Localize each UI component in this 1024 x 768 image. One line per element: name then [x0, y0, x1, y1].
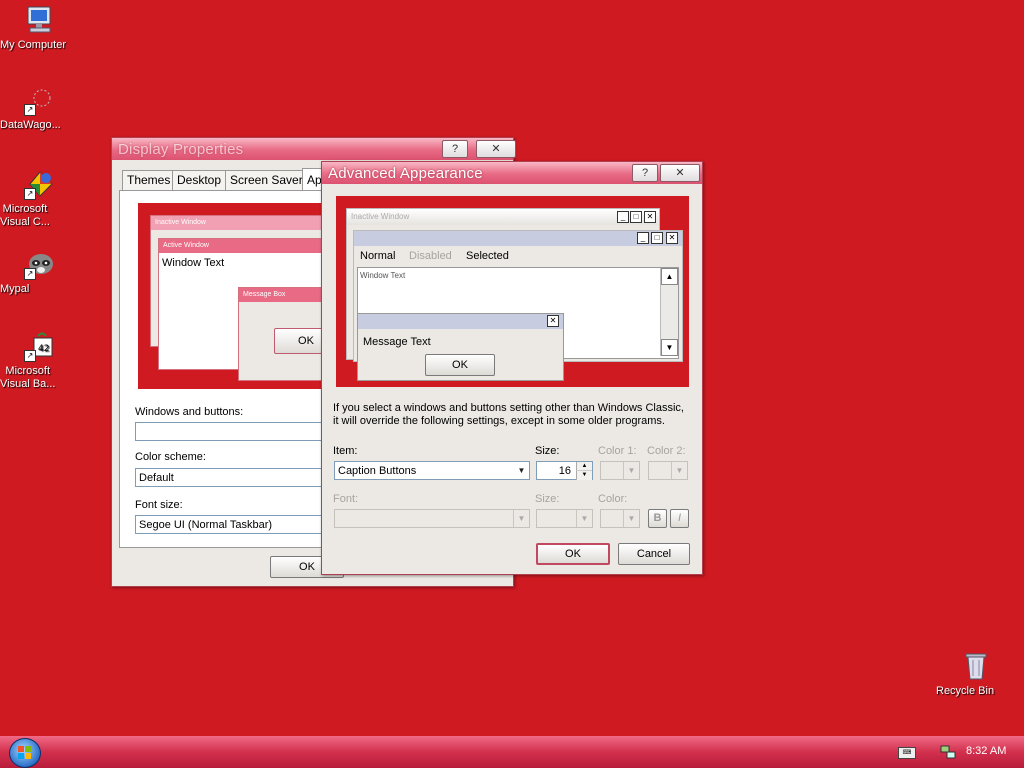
- preview-maximize-icon: □: [651, 232, 663, 244]
- desktop-icon-visual-basic[interactable]: 42 ↗ Microsoft Visual Ba...: [0, 330, 80, 390]
- size-stepper[interactable]: 16 ▲ ▼: [536, 461, 593, 480]
- help-button[interactable]: ?: [632, 164, 658, 182]
- chevron-down-icon: ▼: [671, 462, 687, 479]
- desktop-icon-label: Mypal: [0, 283, 30, 295]
- font-size-label: Font size:: [135, 499, 183, 511]
- preview-inactive-title: Inactive Window: [351, 212, 410, 221]
- size-label: Size:: [535, 445, 560, 457]
- advanced-preview[interactable]: Inactive Window _ □ ✕ _ □ ✕ Normal Disab…: [336, 196, 689, 387]
- appearance-preview: Inactive Window Active Window Window Tex…: [138, 203, 342, 389]
- font-color-select[interactable]: ▼: [600, 509, 640, 528]
- info-text-line-2: it will override the following settings,…: [333, 415, 665, 427]
- window-title: Advanced Appearance: [328, 165, 483, 182]
- visual-basic-icon: 42 ↗: [24, 330, 56, 362]
- color1-select[interactable]: ▼: [600, 461, 640, 480]
- preview-window-text: Window Text: [360, 271, 406, 280]
- desktop-icon-datawago[interactable]: ↗ DataWago...: [0, 84, 80, 131]
- tab-screen-saver[interactable]: Screen Saver: [225, 170, 308, 190]
- chevron-down-icon: ▼: [517, 466, 526, 475]
- item-select[interactable]: Caption Buttons ▼: [334, 461, 530, 480]
- scroll-up-icon: ▲: [661, 268, 678, 285]
- font-size-select[interactable]: ▼: [536, 509, 593, 528]
- desktop-icon-label: DataWago...: [0, 119, 61, 131]
- desktop-icon-label: Microsoft Visual C...: [0, 203, 50, 228]
- font-select[interactable]: ▼: [334, 509, 530, 528]
- preview-active-title: Active Window: [159, 239, 341, 253]
- scroll-down-icon: ▼: [661, 339, 678, 356]
- advanced-appearance-window: Advanced Appearance ? ✕ Inactive Window …: [321, 161, 703, 575]
- italic-button[interactable]: I: [670, 509, 689, 528]
- taskbar: ⌨ 8:32 AM: [0, 736, 1024, 768]
- color1-label: Color 1:: [598, 445, 637, 457]
- color2-select[interactable]: ▼: [648, 461, 688, 480]
- close-button[interactable]: ✕: [476, 140, 516, 158]
- font-size-select[interactable]: Segoe UI (Normal Taskbar)▼: [135, 515, 335, 534]
- preview-menu-selected: Selected: [466, 250, 509, 262]
- preview-ok-button: OK: [425, 354, 495, 376]
- shortcut-arrow-icon: ↗: [24, 188, 36, 200]
- close-button[interactable]: ✕: [660, 164, 700, 182]
- desktop-icon-label: Recycle Bin: [936, 685, 995, 697]
- desktop-icon-mypal[interactable]: ↗ Mypal: [0, 248, 80, 295]
- preview-maximize-icon: □: [630, 211, 642, 223]
- shortcut-arrow-icon: ↗: [24, 268, 36, 280]
- recycle-bin-icon: [960, 650, 992, 682]
- window-title: Display Properties: [118, 141, 244, 158]
- raccoon-icon: ↗: [24, 248, 56, 280]
- bold-button[interactable]: B: [648, 509, 667, 528]
- help-button[interactable]: ?: [442, 140, 468, 158]
- preview-window-text: Window Text: [162, 257, 225, 269]
- computer-icon: [24, 4, 56, 36]
- advanced-appearance-titlebar[interactable]: Advanced Appearance ? ✕: [322, 162, 702, 184]
- ok-button[interactable]: OK: [536, 543, 610, 565]
- windows-logo-icon: [18, 746, 32, 760]
- windows-and-buttons-select[interactable]: [135, 422, 335, 441]
- preview-inactive-title: Inactive Window: [151, 216, 341, 230]
- desktop-icon-recycle-bin[interactable]: Recycle Bin: [936, 650, 1016, 697]
- tab-themes[interactable]: Themes: [122, 170, 176, 190]
- info-text-line-1: If you select a windows and buttons sett…: [333, 402, 684, 414]
- font-size-label: Size:: [535, 493, 560, 505]
- font-label: Font:: [333, 493, 359, 505]
- preview-scrollbar: ▲ ▼: [660, 268, 678, 356]
- color2-label: Color 2:: [647, 445, 686, 457]
- cancel-button[interactable]: Cancel: [618, 543, 690, 565]
- chevron-down-icon: ▼: [623, 462, 639, 479]
- display-properties-titlebar[interactable]: Display Properties ? ✕: [112, 138, 516, 160]
- preview-minimize-icon: _: [637, 232, 649, 244]
- tab-desktop[interactable]: Desktop: [172, 170, 227, 190]
- chevron-down-icon: ▼: [623, 510, 639, 527]
- preview-message-text: Message Text: [363, 336, 431, 348]
- shortcut-arrow-icon: ↗: [24, 104, 36, 116]
- preview-close-icon: ✕: [666, 232, 678, 244]
- network-icon[interactable]: [940, 744, 956, 760]
- preview-menu-normal: Normal: [360, 250, 396, 262]
- preview-message-box: ✕ Message Text OK: [357, 313, 564, 381]
- svg-text:42: 42: [38, 344, 49, 354]
- visual-c-icon: ↗: [24, 168, 56, 200]
- preview-close-icon: ✕: [644, 211, 656, 223]
- spin-down-icon[interactable]: ▼: [576, 470, 592, 480]
- spin-up-icon[interactable]: ▲: [576, 462, 592, 470]
- clock[interactable]: 8:32 AM: [966, 745, 1006, 757]
- windows-and-buttons-label: Windows and buttons:: [135, 406, 244, 418]
- shortcut-arrow-icon: ↗: [24, 350, 36, 362]
- item-label: Item:: [333, 445, 358, 457]
- datawago-icon: ↗: [24, 84, 56, 116]
- font-color-label: Color:: [598, 493, 628, 505]
- desktop-icon-visual-c[interactable]: ↗ Microsoft Visual C...: [0, 168, 80, 228]
- desktop-icon-my-computer[interactable]: My Computer: [0, 4, 80, 51]
- color-scheme-select[interactable]: Default: [135, 468, 335, 487]
- preview-minimize-icon: _: [617, 211, 629, 223]
- chevron-down-icon: ▼: [576, 510, 592, 527]
- preview-menu-disabled: Disabled: [409, 250, 452, 262]
- keyboard-icon[interactable]: ⌨: [898, 747, 916, 759]
- chevron-down-icon: ▼: [513, 510, 529, 527]
- desktop-icon-label: My Computer: [0, 39, 67, 51]
- color-scheme-label: Color scheme:: [135, 451, 206, 463]
- desktop-icon-label: Microsoft Visual Ba...: [0, 365, 56, 390]
- start-button[interactable]: [9, 738, 41, 768]
- preview-close-icon: ✕: [547, 315, 559, 327]
